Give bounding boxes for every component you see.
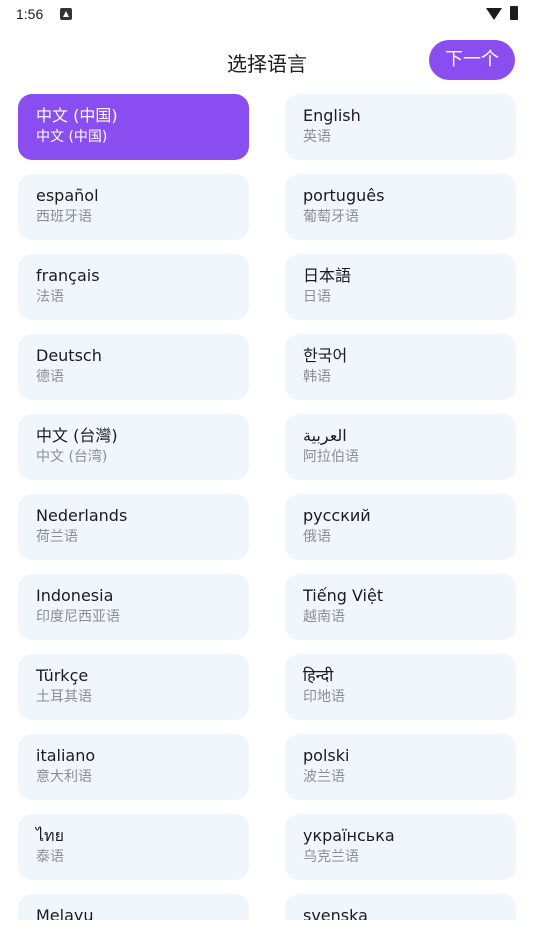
language-native-name: ไทย — [36, 826, 64, 845]
language-chinese-name: 俄语 — [303, 529, 331, 545]
language-option[interactable]: português 葡萄牙语 — [285, 174, 516, 240]
language-option[interactable]: italiano 意大利语 — [18, 734, 249, 800]
language-option[interactable]: español 西班牙语 — [18, 174, 249, 240]
language-native-name: українська — [303, 826, 395, 845]
language-option[interactable]: Indonesia 印度尼西亚语 — [18, 574, 249, 640]
language-chinese-name: 葡萄牙语 — [303, 209, 359, 225]
language-chinese-name: 德语 — [36, 369, 64, 385]
language-option[interactable]: हिन्दी 印地语 — [285, 654, 516, 720]
language-native-name: हिन्दी — [303, 666, 334, 685]
language-chinese-name: 法语 — [36, 289, 64, 305]
language-chinese-name: 土耳其语 — [36, 689, 92, 705]
language-option[interactable]: Deutsch 德语 — [18, 334, 249, 400]
language-chinese-name: 印度尼西亚语 — [36, 609, 120, 625]
language-option[interactable]: Tiếng Việt 越南语 — [285, 574, 516, 640]
language-chinese-name: 越南语 — [303, 609, 345, 625]
language-option[interactable]: svenska — [285, 894, 516, 920]
language-option[interactable]: 中文 (中国) 中文 (中国) — [18, 94, 249, 160]
language-native-name: 日本語 — [303, 266, 352, 285]
language-native-name: polski — [303, 746, 350, 765]
language-option[interactable]: polski 波兰语 — [285, 734, 516, 800]
language-native-name: Indonesia — [36, 586, 114, 605]
language-chinese-name: 意大利语 — [36, 769, 92, 785]
language-native-name: русский — [303, 506, 371, 525]
language-native-name: 中文 (中国) — [36, 106, 118, 125]
language-option[interactable]: English 英语 — [285, 94, 516, 160]
language-chinese-name: 中文 (中国) — [36, 129, 108, 145]
language-native-name: العربية — [303, 426, 347, 445]
language-option[interactable]: Melayu — [18, 894, 249, 920]
language-native-name: italiano — [36, 746, 96, 765]
language-chinese-name: 印地语 — [303, 689, 345, 705]
language-chinese-name: 韩语 — [303, 369, 331, 385]
language-option[interactable]: français 法语 — [18, 254, 249, 320]
language-option[interactable]: 中文 (台灣) 中文 (台湾) — [18, 414, 249, 480]
language-option[interactable]: ไทย 泰语 — [18, 814, 249, 880]
language-native-name: svenska — [303, 906, 368, 920]
bottom-area — [0, 920, 534, 950]
language-option[interactable]: Nederlands 荷兰语 — [18, 494, 249, 560]
language-native-name: Tiếng Việt — [303, 586, 384, 605]
wifi-icon — [486, 8, 502, 20]
language-chinese-name: 荷兰语 — [36, 529, 78, 545]
language-native-name: Deutsch — [36, 346, 102, 365]
language-native-name: 한국어 — [303, 346, 348, 365]
language-native-name: español — [36, 186, 99, 205]
language-native-name: português — [303, 186, 385, 205]
language-chinese-name: 英语 — [303, 129, 331, 145]
language-native-name: 中文 (台灣) — [36, 426, 118, 445]
language-chinese-name: 中文 (台湾) — [36, 449, 108, 465]
language-chinese-name: 波兰语 — [303, 769, 345, 785]
status-bar: 1:56 — [0, 0, 534, 30]
language-option[interactable]: українська 乌克兰语 — [285, 814, 516, 880]
language-chinese-name: 西班牙语 — [36, 209, 92, 225]
notification-icon — [60, 8, 72, 20]
language-chinese-name: 泰语 — [36, 849, 64, 865]
language-option[interactable]: русский 俄语 — [285, 494, 516, 560]
language-native-name: English — [303, 106, 361, 125]
language-native-name: Türkçe — [36, 666, 89, 685]
language-native-name: Nederlands — [36, 506, 128, 525]
language-option[interactable]: 한국어 韩语 — [285, 334, 516, 400]
language-chinese-name: 乌克兰语 — [303, 849, 359, 865]
language-native-name: français — [36, 266, 100, 285]
language-native-name: Melayu — [36, 906, 94, 920]
status-time: 1:56 — [16, 6, 44, 22]
language-grid: 中文 (中国) 中文 (中国) English 英语 español 西班牙语 portug… — [18, 94, 518, 920]
battery-icon — [510, 6, 518, 20]
language-option[interactable]: 日本語 日语 — [285, 254, 516, 320]
language-chinese-name: 阿拉伯语 — [303, 449, 359, 465]
header: 选择语言 下一个 — [0, 36, 534, 86]
next-button[interactable]: 下一个 — [429, 40, 515, 80]
language-option[interactable]: العربية 阿拉伯语 — [285, 414, 516, 480]
language-chinese-name: 日语 — [303, 289, 331, 305]
language-option[interactable]: Türkçe 土耳其语 — [18, 654, 249, 720]
